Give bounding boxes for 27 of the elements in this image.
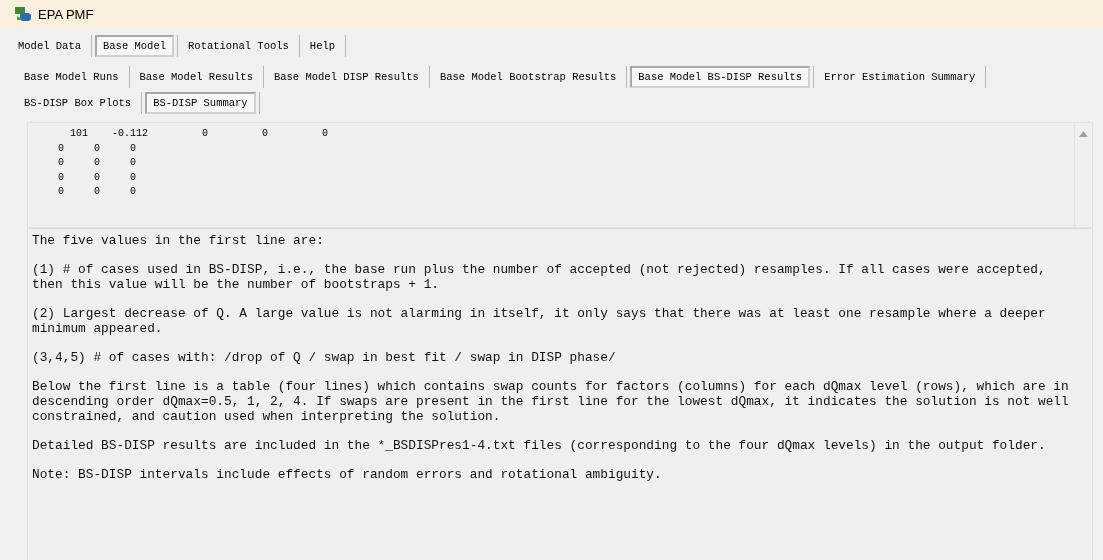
- tab[interactable]: Rotational Tools: [181, 36, 296, 56]
- explanation-paragraph: (1) # of cases used in BS-DISP, i.e., the base run plus the number of accepted (not rejected) resamples. If all cases were accepted, then this value will be the number of bootstraps + 1.: [32, 262, 1047, 292]
- output-line: 0 0 0: [57, 156, 136, 171]
- explanation-paragraph: (3,4,5) # of cases with: /drop of Q / swap in best fit / swap in DISP phase/: [32, 350, 617, 365]
- explanation-paragraph: Detailed BS-DISP results are included in the *_BSDISPres1-4.txt files (corresponding to the four dQmax levels) in the output folder.: [32, 438, 1047, 453]
- tab[interactable]: Base Model Results: [132, 67, 260, 87]
- window-title: EPA PMF: [38, 6, 94, 22]
- output-line: 101 -0.112 0 0 0: [69, 127, 329, 141]
- tab[interactable]: Base Model BS-DISP Results: [630, 66, 811, 88]
- tab[interactable]: Base Model Runs: [17, 67, 126, 87]
- explanation-paragraph: Note: BS-DISP intervals include effects of random errors and rotational ambiguity.: [32, 467, 663, 482]
- tab[interactable]: BS-DISP Box Plots: [17, 93, 139, 113]
- tab[interactable]: Help: [302, 36, 343, 56]
- tab[interactable]: Base Model DISP Results: [266, 67, 426, 87]
- tab[interactable]: BS-DISP Summary: [145, 92, 256, 114]
- tab[interactable]: Error Estimation Summary: [817, 67, 983, 87]
- tab[interactable]: Base Model Bootstrap Results: [432, 67, 624, 87]
- explanation-paragraph: (2) Largest decrease of Q. A large value is not alarming in itself, it only says that there was at least one resample where a deeper minimum appeared.: [32, 306, 1047, 336]
- scroll-up-icon[interactable]: [1079, 131, 1088, 137]
- explanation-paragraph: The five values in the first line are:: [32, 233, 325, 248]
- tab[interactable]: Base Model: [95, 35, 175, 57]
- explanation-paragraph: Below the first line is a table (four lines) which contains swap counts for factors (columns) for each dQmax level (rows), which are in descending order dQmax=0.5, 1, 2, 4. If swaps are present in the first line for the lowest dQmax, it indicates the solution is not well constrained, and caution used when interpreting the solution.: [32, 379, 1070, 424]
- output-line: 0 0 0: [57, 141, 136, 156]
- output-line: 0 0 0: [57, 170, 136, 185]
- tab[interactable]: Model Data: [11, 36, 88, 56]
- app-logo-icon: [14, 6, 32, 22]
- output-line: 0 0 0: [57, 185, 136, 200]
